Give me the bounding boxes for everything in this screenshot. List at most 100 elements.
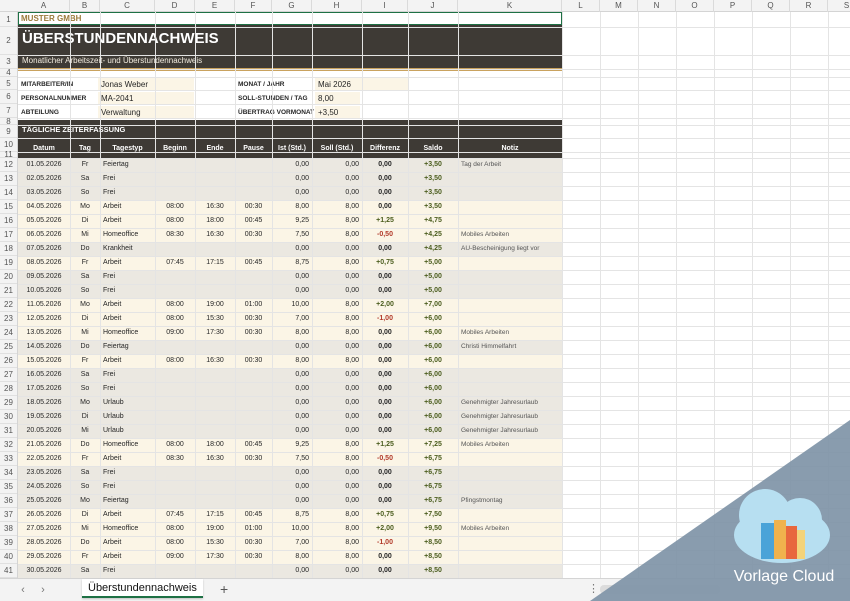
table-cell[interactable]: Arbeit [100, 536, 155, 549]
table-cell[interactable]: 0,00 [362, 396, 408, 409]
table-cell[interactable]: 7,50 [272, 452, 312, 465]
table-cell[interactable]: Genehmigter Jahresurlaub [458, 424, 562, 437]
table-cell[interactable]: So [70, 480, 100, 493]
table-cell[interactable]: +2,00 [362, 298, 408, 311]
table-cell[interactable]: 18.05.2026 [18, 396, 70, 409]
table-cell[interactable]: 0,00 [272, 564, 312, 577]
table-cell[interactable]: Do [70, 438, 100, 451]
table-cell[interactable]: 0,00 [272, 340, 312, 353]
row-header-13[interactable]: 13 [0, 172, 17, 186]
table-cell[interactable]: +6,00 [408, 368, 458, 381]
table-cell[interactable]: 0,00 [362, 410, 408, 423]
table-cell[interactable]: Di [70, 214, 100, 227]
table-cell[interactable]: Frei [100, 172, 155, 185]
table-cell[interactable]: 09:00 [155, 550, 195, 563]
table-cell[interactable]: Frei [100, 466, 155, 479]
table-cell[interactable]: 0,00 [272, 284, 312, 297]
table-cell[interactable]: Krankheit [100, 242, 155, 255]
table-cell[interactable]: +6,00 [408, 382, 458, 395]
table-cell[interactable]: 8,00 [312, 452, 362, 465]
column-header-j[interactable]: J [408, 0, 458, 12]
row-header-4[interactable]: 4 [0, 69, 17, 77]
row-header-30[interactable]: 30 [0, 410, 17, 424]
row-header-6[interactable]: 6 [0, 90, 17, 104]
table-cell[interactable]: 16:30 [195, 200, 235, 213]
table-cell[interactable]: Mo [70, 396, 100, 409]
row-header-26[interactable]: 26 [0, 354, 17, 368]
table-cell[interactable]: +7,25 [408, 438, 458, 451]
table-cell[interactable]: Homeoffice [100, 522, 155, 535]
table-cell[interactable]: 7,50 [272, 228, 312, 241]
table-cell[interactable]: 0,00 [362, 494, 408, 507]
table-cell[interactable]: 02.05.2026 [18, 172, 70, 185]
table-cell[interactable]: 8,00 [312, 256, 362, 269]
table-cell[interactable]: 0,00 [362, 270, 408, 283]
table-cell[interactable]: Mobiles Arbeiten [458, 438, 562, 451]
column-header-e[interactable]: E [195, 0, 235, 12]
table-cell[interactable]: +8,50 [408, 536, 458, 549]
row-header-2[interactable]: 2 [0, 27, 17, 55]
table-cell[interactable]: 00:30 [235, 452, 272, 465]
table-cell[interactable]: 0,00 [312, 382, 362, 395]
table-cell[interactable]: Sa [70, 368, 100, 381]
column-header-c[interactable]: C [100, 0, 155, 12]
table-cell[interactable]: 08:00 [155, 354, 195, 367]
table-cell[interactable]: +6,00 [408, 312, 458, 325]
table-cell[interactable]: 0,00 [362, 200, 408, 213]
row-header-28[interactable]: 28 [0, 382, 17, 396]
table-cell[interactable]: 23.05.2026 [18, 466, 70, 479]
row-header-37[interactable]: 37 [0, 508, 17, 522]
table-cell[interactable]: Mi [70, 228, 100, 241]
table-cell[interactable]: -0,50 [362, 228, 408, 241]
row-header-40[interactable]: 40 [0, 550, 17, 564]
table-cell[interactable]: 11.05.2026 [18, 298, 70, 311]
table-cell[interactable]: Mo [70, 494, 100, 507]
row-header-14[interactable]: 14 [0, 186, 17, 200]
table-cell[interactable]: 08:00 [155, 298, 195, 311]
table-cell[interactable]: Christi Himmelfahrt [458, 340, 562, 353]
table-cell[interactable]: +6,75 [408, 494, 458, 507]
table-cell[interactable]: 17:15 [195, 508, 235, 521]
table-cell[interactable]: 19:00 [195, 298, 235, 311]
table-cell[interactable]: 09.05.2026 [18, 270, 70, 283]
row-header-35[interactable]: 35 [0, 480, 17, 494]
table-cell[interactable]: +6,00 [408, 396, 458, 409]
table-cell[interactable]: 0,00 [272, 270, 312, 283]
table-cell[interactable]: 20.05.2026 [18, 424, 70, 437]
horizontal-scrollbar[interactable] [600, 585, 720, 594]
table-cell[interactable]: +1,25 [362, 438, 408, 451]
table-cell[interactable]: 07.05.2026 [18, 242, 70, 255]
table-cell[interactable]: +6,75 [408, 452, 458, 465]
table-cell[interactable]: 05.05.2026 [18, 214, 70, 227]
table-cell[interactable]: 04.05.2026 [18, 200, 70, 213]
table-cell[interactable]: 07:45 [155, 256, 195, 269]
table-cell[interactable]: 26.05.2026 [18, 508, 70, 521]
table-cell[interactable]: +8,50 [408, 564, 458, 577]
column-header-o[interactable]: O [676, 0, 714, 12]
table-cell[interactable]: 0,00 [362, 284, 408, 297]
table-cell[interactable]: Arbeit [100, 298, 155, 311]
table-cell[interactable]: 8,00 [312, 312, 362, 325]
table-cell[interactable]: Di [70, 312, 100, 325]
table-cell[interactable]: Mobiles Arbeiten [458, 228, 562, 241]
row-header-23[interactable]: 23 [0, 312, 17, 326]
table-cell[interactable]: 0,00 [362, 480, 408, 493]
column-header-g[interactable]: G [272, 0, 312, 12]
row-header-27[interactable]: 27 [0, 368, 17, 382]
table-cell[interactable]: Arbeit [100, 354, 155, 367]
table-cell[interactable]: 01:00 [235, 298, 272, 311]
table-cell[interactable]: Mi [70, 424, 100, 437]
table-cell[interactable]: Frei [100, 270, 155, 283]
table-cell[interactable]: Arbeit [100, 550, 155, 563]
row-header-22[interactable]: 22 [0, 298, 17, 312]
table-cell[interactable]: +6,00 [408, 424, 458, 437]
add-sheet-button[interactable]: + [220, 581, 228, 597]
table-cell[interactable]: 0,00 [362, 172, 408, 185]
table-cell[interactable]: +6,00 [408, 354, 458, 367]
table-cell[interactable]: 0,00 [312, 186, 362, 199]
table-cell[interactable]: 10.05.2026 [18, 284, 70, 297]
table-cell[interactable]: 7,00 [272, 536, 312, 549]
table-cell[interactable]: 0,00 [362, 382, 408, 395]
table-cell[interactable]: 0,00 [272, 158, 312, 171]
column-header-b[interactable]: B [70, 0, 100, 12]
